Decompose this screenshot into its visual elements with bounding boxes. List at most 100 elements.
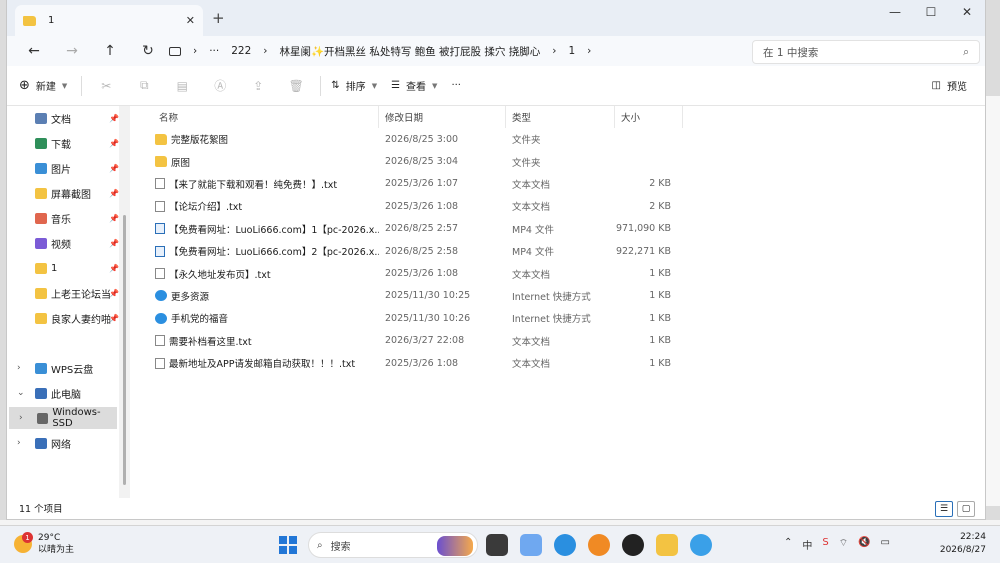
file-explorer-icon[interactable] xyxy=(656,534,678,556)
forward-button[interactable]: → xyxy=(53,43,91,59)
sidebar-item[interactable]: ⌄ 此电脑 xyxy=(7,382,121,404)
divider xyxy=(320,75,322,96)
item-count: 11 个项目 xyxy=(19,504,63,515)
rename-icon[interactable]: Ⓐ xyxy=(206,77,234,94)
app-icon[interactable] xyxy=(520,534,542,556)
taskbar-search[interactable]: ⌕ 搜索 xyxy=(308,532,478,558)
chevron-down-icon: ▼ xyxy=(432,81,438,90)
copy-icon[interactable]: ⧉ xyxy=(130,78,158,93)
chevron-icon[interactable]: › xyxy=(19,413,23,423)
cut-icon[interactable]: ✂ xyxy=(92,79,120,93)
start-button[interactable] xyxy=(279,536,297,554)
battery-icon[interactable]: ▭ xyxy=(881,537,890,552)
more-button[interactable]: ··· xyxy=(451,80,461,91)
file-row[interactable]: 【来了就能下载和观看！纯免费！】.txt 2025/3/26 1:07 文本文档… xyxy=(137,173,982,195)
sidebar-item[interactable]: 图片 📌 xyxy=(7,157,121,179)
back-button[interactable]: ← xyxy=(15,43,53,59)
breadcrumb[interactable]: › ··· 222 › 林星阑✨开档黑丝 私处特写 鲍鱼 被打屁股 揉穴 挠脚心… xyxy=(169,39,734,63)
paste-icon[interactable]: ▤ xyxy=(168,79,196,93)
sidebar-item[interactable]: 1 📌 xyxy=(7,257,121,279)
file-row[interactable]: 更多资源 2025/11/30 10:25 Internet 快捷方式 1 KB xyxy=(137,285,982,307)
folder-icon xyxy=(155,156,167,168)
new-tab-button[interactable]: + xyxy=(212,9,225,27)
file-size: 1 KB xyxy=(649,335,671,347)
breadcrumb-sep: › xyxy=(587,45,592,57)
breadcrumb-item[interactable]: 林星阑✨开档黑丝 私处特写 鲍鱼 被打屁股 揉穴 挠脚心 xyxy=(279,44,540,59)
sidebar-item[interactable]: 屏幕截图 📌 xyxy=(7,182,121,204)
divider xyxy=(81,75,83,96)
details-view-button[interactable]: ☰ xyxy=(935,501,953,517)
column-date[interactable]: 修改日期 xyxy=(379,106,506,128)
ime-indicator[interactable]: 中 xyxy=(802,537,812,552)
sidebar-item[interactable]: › Windows-SSD xyxy=(9,407,117,429)
close-window-button[interactable]: ✕ xyxy=(949,0,985,24)
clock[interactable]: 22:24 2026/8/27 xyxy=(940,531,986,557)
maximize-button[interactable]: ☐ xyxy=(913,0,949,24)
file-row[interactable]: 【论坛介绍】.txt 2025/3/26 1:08 文本文档 2 KB xyxy=(137,195,982,217)
file-name: 【免费看网址：LuoLi666.com】2【pc-2026.x... xyxy=(169,247,379,259)
file-row[interactable]: 【永久地址发布页】.txt 2025/3/26 1:08 文本文档 1 KB xyxy=(137,262,982,284)
sidebar-item-icon xyxy=(37,412,49,424)
browser-icon[interactable] xyxy=(690,534,712,556)
pin-icon: 📌 xyxy=(109,113,119,123)
file-row[interactable]: 需要补档看这里.txt 2026/3/27 22:08 文本文档 1 KB xyxy=(137,330,982,352)
sidebar-item[interactable]: 视频 📌 xyxy=(7,232,121,254)
window-scrollbar[interactable] xyxy=(986,96,1000,506)
breadcrumb-item[interactable]: 1 xyxy=(568,45,575,57)
breadcrumb-item[interactable]: 222 xyxy=(231,45,251,57)
sidebar-item[interactable]: › WPS云盘 xyxy=(7,357,121,379)
chevron-up-icon[interactable]: ⌃ xyxy=(784,537,792,552)
sidebar-item[interactable]: 下载 📌 xyxy=(7,132,121,154)
file-row[interactable]: 【免费看网址：LuoLi666.com】2【pc-2026.x... 2026/… xyxy=(137,240,982,262)
chevron-icon[interactable]: › xyxy=(17,438,21,448)
sidebar-item-icon xyxy=(35,437,47,449)
search-icon: ⌕ xyxy=(317,539,323,551)
task-view-icon[interactable] xyxy=(486,534,508,556)
sort-button[interactable]: ⇅ 排序 ▼ xyxy=(331,78,377,93)
refresh-button[interactable]: ↻ xyxy=(129,43,167,59)
view-button[interactable]: ☰ 查看 ▼ xyxy=(391,78,437,93)
delete-icon[interactable]: 🗑 xyxy=(282,79,310,93)
column-type[interactable]: 类型 xyxy=(506,106,615,128)
sidebar-item[interactable]: 良家人妻约啪 📌 xyxy=(7,307,121,329)
sort-label: 排序 xyxy=(345,82,366,93)
sidebar-item-label: 此电脑 xyxy=(51,389,81,401)
status-bar: 11 个项目 ☰ ▢ xyxy=(7,497,985,519)
tiles-view-button[interactable]: ▢ xyxy=(957,501,975,517)
file-type: MP4 文件 xyxy=(512,224,554,236)
chevron-icon[interactable]: › xyxy=(17,363,21,373)
sidebar-item[interactable]: › 网络 xyxy=(7,432,121,454)
sidebar-item[interactable]: 文档 📌 xyxy=(7,107,121,129)
weather-widget[interactable]: 1 29°C 以晴为主 xyxy=(14,532,74,556)
volume-icon[interactable]: 🔇 xyxy=(858,537,870,552)
qq-icon[interactable] xyxy=(622,534,644,556)
file-row[interactable]: 完整版花絮图 2026/8/25 3:00 文件夹 xyxy=(137,128,982,150)
chevron-icon[interactable]: ⌄ xyxy=(17,388,25,398)
pin-icon: 📌 xyxy=(109,213,119,223)
sidebar-item[interactable]: 音乐 📌 xyxy=(7,207,121,229)
file-row[interactable]: 【免费看网址：LuoLi666.com】1【pc-2026.x... 2026/… xyxy=(137,218,982,240)
system-tray: ⌃ 中 S ⌔ 🔇 ▭ xyxy=(784,537,890,552)
file-row[interactable]: 原图 2026/8/25 3:04 文件夹 xyxy=(137,150,982,172)
app-icon[interactable] xyxy=(588,534,610,556)
breadcrumb-overflow[interactable]: ··· xyxy=(209,45,219,57)
column-size[interactable]: 大小 xyxy=(615,106,683,128)
tab-close-icon[interactable]: ✕ xyxy=(186,14,195,27)
wifi-icon[interactable]: ⌔ xyxy=(839,537,848,552)
sidebar-item[interactable]: 上老王论坛当 📌 xyxy=(7,282,121,304)
file-row[interactable]: 手机党的福音 2025/11/30 10:26 Internet 快捷方式 1 … xyxy=(137,307,982,329)
file-row[interactable]: 最新地址及APP请发邮箱自动获取！！！.txt 2025/3/26 1:08 文… xyxy=(137,352,982,374)
column-name[interactable]: 名称 xyxy=(137,106,379,128)
search-input[interactable]: 在 1 中搜索 ⌕ xyxy=(752,40,980,64)
wps-icon[interactable]: S xyxy=(822,537,828,552)
sidebar-item-label: Windows-SSD xyxy=(52,407,101,429)
new-button[interactable]: ⊕ 新建 ▼ xyxy=(19,78,67,93)
up-button[interactable]: ↑ xyxy=(91,43,129,59)
edge-icon[interactable] xyxy=(554,534,576,556)
tab-1[interactable]: 1 ✕ xyxy=(15,5,203,36)
minimize-button[interactable]: — xyxy=(877,0,913,24)
file-type: 文本文档 xyxy=(512,359,551,371)
share-icon[interactable]: ⇪ xyxy=(244,79,272,93)
preview-button[interactable]: ◫ 预览 xyxy=(932,78,967,93)
chevron-down-icon: ▼ xyxy=(61,81,68,90)
